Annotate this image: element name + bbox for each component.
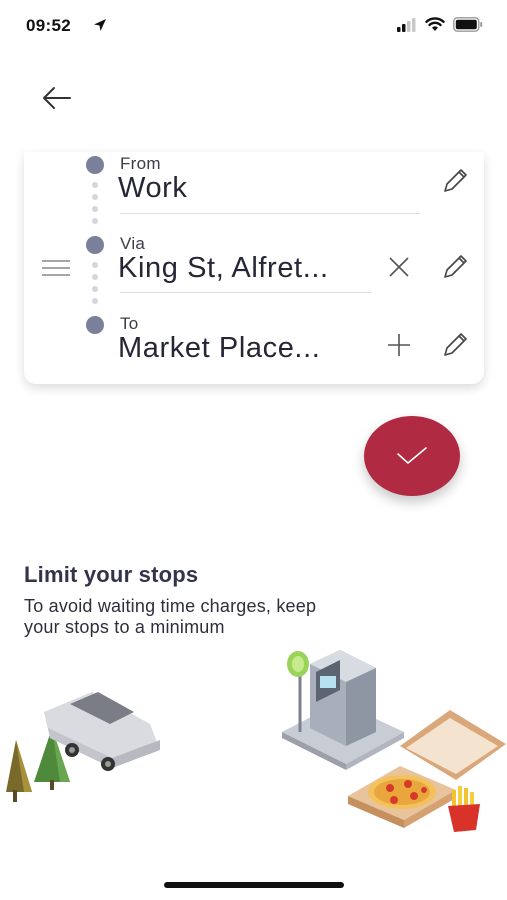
add-stop-plus-icon[interactable]	[384, 330, 414, 360]
edit-from-pencil-icon[interactable]	[440, 166, 470, 196]
from-dot	[86, 156, 104, 174]
edit-to-pencil-icon[interactable]	[440, 330, 470, 360]
remove-via-close-icon[interactable]	[384, 252, 414, 282]
status-time: 09:52	[26, 16, 71, 35]
home-indicator[interactable]	[164, 882, 344, 888]
back-arrow-icon	[43, 87, 71, 109]
via-dot	[86, 236, 104, 254]
atm-icon	[282, 650, 404, 770]
tip-body: To avoid waiting time charges, keep your…	[24, 596, 317, 637]
via-connector	[92, 262, 98, 310]
confirm-route-button[interactable]	[364, 416, 460, 496]
to-dot	[86, 316, 104, 334]
from-underline	[120, 213, 420, 214]
from-value[interactable]: Work	[118, 172, 188, 205]
stops-illustration	[6, 650, 506, 832]
checkmark-icon	[397, 447, 427, 464]
tree-dark-icon	[6, 740, 32, 802]
to-value[interactable]: Market Place...	[118, 332, 320, 365]
edit-via-pencil-icon[interactable]	[440, 252, 470, 282]
drag-handle-icon[interactable]	[40, 256, 72, 280]
fries-icon	[448, 786, 480, 832]
cellular-signal-icon	[397, 17, 416, 32]
wifi-icon	[425, 17, 445, 31]
via-underline	[120, 292, 372, 293]
via-value[interactable]: King St, Alfret...	[118, 252, 329, 285]
status-bar: 09:52	[0, 0, 507, 54]
status-icons	[397, 17, 483, 32]
route-card: From Work Via King St, Alfret... To Mark…	[24, 152, 484, 384]
to-label: To	[120, 314, 139, 333]
via-label: Via	[120, 234, 146, 253]
from-label: From	[120, 154, 161, 173]
battery-icon	[453, 17, 483, 32]
location-arrow-icon	[94, 19, 106, 31]
back-button[interactable]	[38, 82, 78, 114]
tip-title: Limit your stops	[24, 562, 199, 587]
from-connector	[92, 182, 98, 230]
